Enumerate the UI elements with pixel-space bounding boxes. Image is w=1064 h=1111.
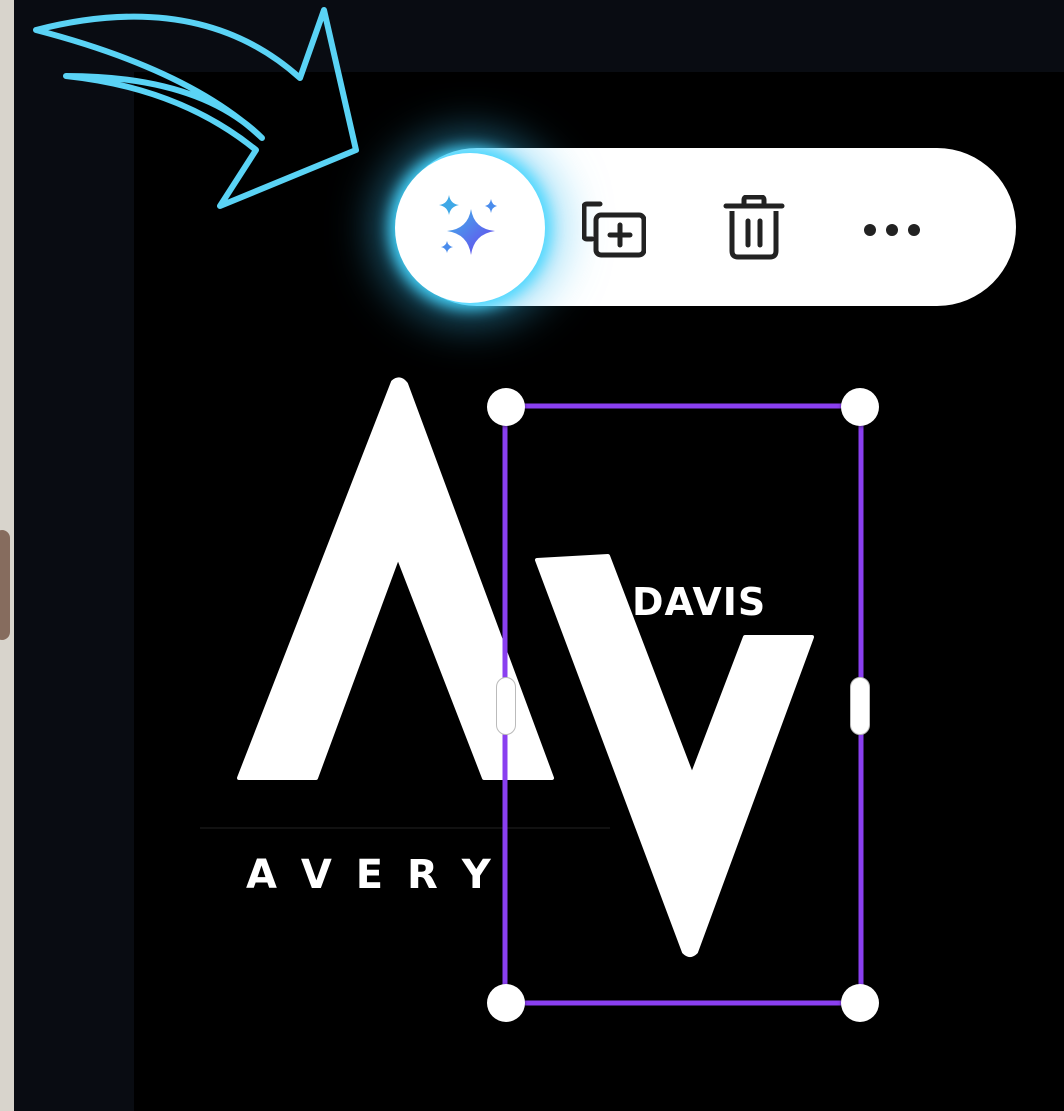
trash-icon[interactable] (722, 195, 786, 261)
resize-handle-left[interactable] (496, 677, 516, 735)
resize-handle-top-right[interactable] (841, 388, 879, 426)
sparkles-icon (439, 195, 497, 255)
duplicate-add-icon[interactable] (582, 200, 646, 258)
resize-handle-bottom-right[interactable] (841, 984, 879, 1022)
resize-handle-right[interactable] (850, 677, 870, 735)
logo-davis-text: DAVIS (632, 580, 767, 624)
logo-avery-text: A V E R Y (246, 852, 491, 898)
resize-handle-bottom-left[interactable] (487, 984, 525, 1022)
more-horizontal-icon[interactable] (860, 220, 924, 240)
resize-handle-top-left[interactable] (487, 388, 525, 426)
magic-ai-button[interactable] (395, 153, 545, 303)
editor-screen: DAVIS A V E R Y (0, 0, 1064, 1111)
